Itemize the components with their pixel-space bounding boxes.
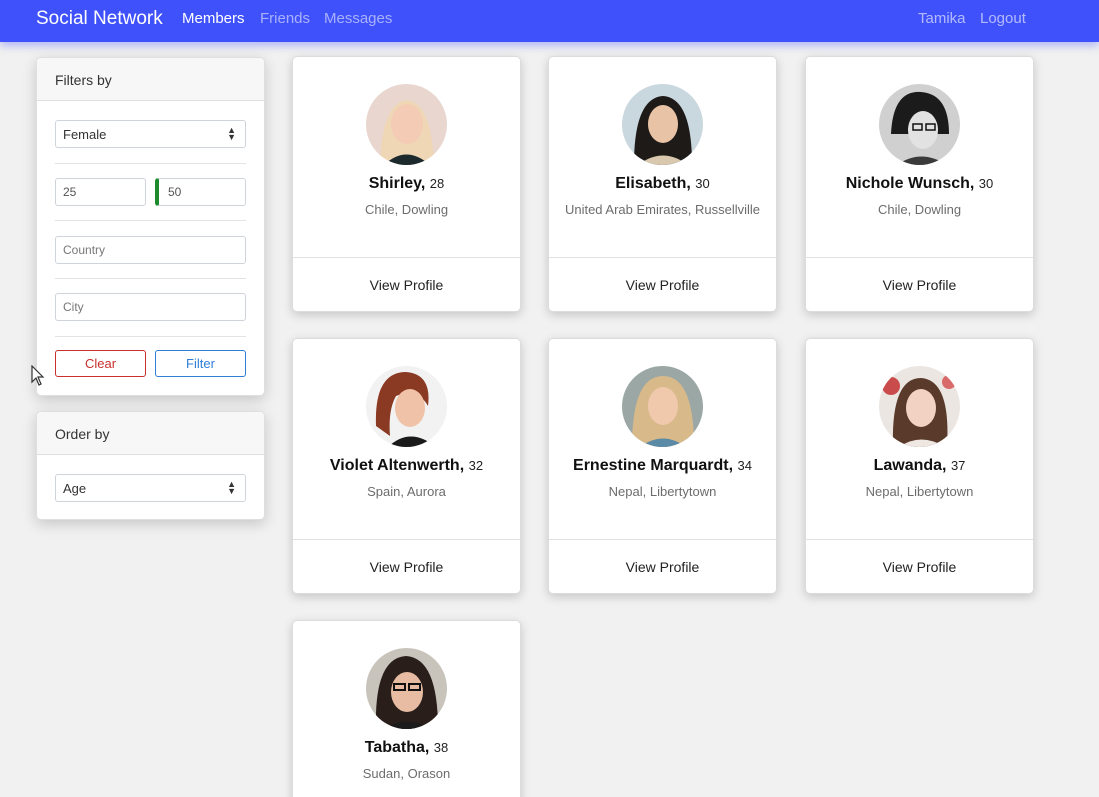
- member-age: 32: [468, 458, 484, 473]
- member-avatar[interactable]: [879, 84, 960, 165]
- nav-user[interactable]: Tamika: [918, 10, 966, 27]
- member-name: Tabatha,: [364, 739, 430, 756]
- mouse-cursor-icon: [31, 364, 45, 392]
- max-age-input[interactable]: 50: [155, 178, 246, 206]
- member-name-line: Ernestine Marquardt, 34: [549, 457, 776, 475]
- divider: [55, 278, 246, 279]
- member-name: Nichole Wunsch,: [845, 175, 975, 192]
- nav-members[interactable]: Members: [182, 10, 245, 27]
- member-avatar[interactable]: [366, 84, 447, 165]
- member-avatar[interactable]: [622, 366, 703, 447]
- member-avatar[interactable]: [366, 366, 447, 447]
- member-name: Lawanda,: [873, 457, 947, 474]
- min-age-input[interactable]: 25: [55, 178, 146, 206]
- member-card: Tabatha, 38 Sudan, Orason: [292, 620, 521, 797]
- member-name-line: Shirley, 28: [293, 175, 520, 193]
- order-title: Order by: [37, 412, 264, 455]
- view-profile-link[interactable]: View Profile: [293, 539, 520, 594]
- member-name: Violet Altenwerth,: [329, 457, 465, 474]
- order-panel: Order by Age ▲ ▼: [36, 411, 265, 520]
- member-card: Elisabeth, 30 United Arab Emirates, Russ…: [548, 56, 777, 312]
- view-profile-link[interactable]: View Profile: [549, 539, 776, 594]
- member-avatar[interactable]: [622, 84, 703, 165]
- select-caret-icon: ▲ ▼: [227, 125, 236, 142]
- view-profile-link[interactable]: View Profile: [806, 539, 1033, 594]
- member-avatar[interactable]: [366, 648, 447, 729]
- order-select[interactable]: Age ▲ ▼: [55, 474, 246, 502]
- navbar: Social Network Members Friends Messages …: [0, 0, 1099, 42]
- member-age: 30: [695, 176, 710, 191]
- clear-button[interactable]: Clear: [55, 350, 146, 377]
- filter-button[interactable]: Filter: [155, 350, 246, 377]
- member-name-line: Tabatha, 38: [293, 739, 520, 757]
- member-card: Violet Altenwerth, 32 Spain, Aurora View…: [292, 338, 521, 594]
- nav-logout[interactable]: Logout: [980, 10, 1026, 27]
- member-location: Nepal, Libertytown: [865, 484, 974, 499]
- member-age: 38: [433, 740, 449, 755]
- country-input[interactable]: Country: [55, 236, 246, 264]
- member-age: 30: [978, 176, 994, 191]
- member-name: Elisabeth,: [615, 175, 691, 192]
- member-name-line: Nichole Wunsch, 30: [806, 175, 1033, 193]
- view-profile-link[interactable]: View Profile: [806, 257, 1033, 312]
- nav-messages[interactable]: Messages: [324, 10, 392, 27]
- city-input[interactable]: City: [55, 293, 246, 321]
- member-name-line: Lawanda, 37: [806, 457, 1033, 475]
- divider: [55, 336, 246, 337]
- order-value: Age: [63, 481, 87, 496]
- member-age: 28: [429, 176, 445, 191]
- gender-select[interactable]: Female ▲ ▼: [55, 120, 246, 148]
- member-location: Nepal, Libertytown: [608, 484, 717, 499]
- member-card: Shirley, 28 Chile, Dowling View Profile: [292, 56, 521, 312]
- member-location: Chile, Dowling: [877, 202, 962, 217]
- member-location: Chile, Dowling: [364, 202, 449, 217]
- member-age: 34: [737, 458, 752, 473]
- member-card: Lawanda, 37 Nepal, Libertytown View Prof…: [805, 338, 1034, 594]
- divider: [55, 163, 246, 164]
- member-age: 37: [950, 458, 966, 473]
- select-caret-icon: ▲ ▼: [227, 479, 236, 496]
- filters-panel: Filters by Female ▲ ▼ 25 50 Country City …: [36, 57, 265, 396]
- member-name-line: Elisabeth, 30: [549, 175, 776, 193]
- nav-friends[interactable]: Friends: [260, 10, 310, 27]
- member-location: Sudan, Orason: [362, 766, 451, 781]
- member-card: Nichole Wunsch, 30 Chile, Dowling View P…: [805, 56, 1034, 312]
- view-profile-link[interactable]: View Profile: [549, 257, 776, 312]
- member-location: Spain, Aurora: [367, 484, 446, 499]
- divider: [55, 220, 246, 221]
- brand-link[interactable]: Social Network: [36, 8, 163, 30]
- member-location: United Arab Emirates, Russellville: [564, 202, 761, 217]
- gender-value: Female: [63, 127, 107, 142]
- member-name-line: Violet Altenwerth, 32: [293, 457, 520, 475]
- member-name: Ernestine Marquardt,: [573, 457, 734, 474]
- filters-title: Filters by: [37, 58, 264, 101]
- view-profile-link[interactable]: View Profile: [293, 257, 520, 312]
- member-card: Ernestine Marquardt, 34 Nepal, Libertyto…: [548, 338, 777, 594]
- member-name: Shirley,: [368, 175, 426, 192]
- member-avatar[interactable]: [879, 366, 960, 447]
